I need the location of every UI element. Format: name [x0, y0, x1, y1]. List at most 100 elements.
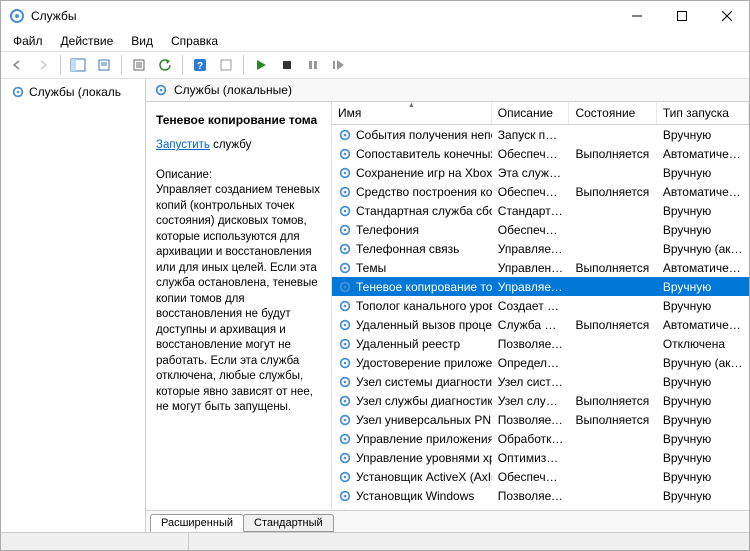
titlebar: Службы	[1, 1, 749, 31]
desc-text: Управляет созданием теневых копий (контр…	[156, 183, 323, 416]
menu-view[interactable]: Вид	[123, 32, 161, 50]
properties-button[interactable]	[127, 53, 151, 77]
start-service-button[interactable]	[249, 53, 273, 77]
gear-icon	[338, 242, 352, 256]
refresh-button[interactable]	[153, 53, 177, 77]
cell-startup: Вручную	[657, 204, 749, 218]
cell-name: Управление приложения…	[332, 432, 492, 446]
service-row[interactable]: Сохранение игр на Xbox Li…Эта служб…Вруч…	[332, 163, 749, 182]
gear-icon	[338, 261, 352, 275]
cell-startup: Вручную (ак…	[657, 242, 749, 256]
header-description[interactable]: Описание	[492, 102, 570, 124]
restart-service-button[interactable]	[327, 53, 351, 77]
status-cell	[189, 533, 749, 550]
menu-help[interactable]: Справка	[163, 32, 226, 50]
cell-state: Выполняется	[569, 318, 656, 332]
service-row[interactable]: Удаленный вызов процед…Служба R…Выполняе…	[332, 315, 749, 334]
cell-description: Служба R…	[492, 318, 570, 332]
service-row[interactable]: Управление приложения…Обработк…Вручную	[332, 429, 749, 448]
back-button[interactable]	[5, 53, 29, 77]
service-row[interactable]: Управление уровнями хра…Оптимизи…Вручную	[332, 448, 749, 467]
service-row[interactable]: ТелефонияОбеспечи…Вручную	[332, 220, 749, 239]
cell-name: Управление уровнями хра…	[332, 451, 492, 465]
pane-header: Службы (локальные)	[146, 79, 749, 102]
header-name[interactable]: ▴ Имя	[332, 102, 492, 124]
gear-icon	[338, 280, 352, 294]
service-row[interactable]: Теневое копирование томаУправляет…Вручну…	[332, 277, 749, 296]
service-row[interactable]: Сопоставитель конечных …Обеспечи…Выполня…	[332, 144, 749, 163]
body: Службы (локаль Службы (локальные) Тенево…	[1, 79, 749, 532]
cell-startup: Вручную	[657, 489, 749, 503]
service-row[interactable]: Удостоверение приложенияОпределя…Вручную…	[332, 353, 749, 372]
cell-startup: Вручную	[657, 166, 749, 180]
cell-description: Обеспечи…	[492, 470, 570, 484]
service-row[interactable]: Установщик WindowsПозволяет…Вручную	[332, 486, 749, 505]
service-row[interactable]: События получения непо…Запуск пр…Вручную	[332, 125, 749, 144]
window-title: Службы	[31, 9, 614, 23]
service-row[interactable]: Узел системы диагностикиУзел сист…Вручну…	[332, 372, 749, 391]
separator	[60, 55, 61, 75]
cell-state: Выполняется	[569, 413, 656, 427]
cell-state: Выполняется	[569, 394, 656, 408]
gear-icon	[338, 470, 352, 484]
service-row[interactable]: Узел службы диагностикиУзел служ…Выполня…	[332, 391, 749, 410]
cell-startup: Автоматиче…	[657, 261, 749, 275]
svg-text:?: ?	[197, 61, 203, 72]
cell-startup: Вручную	[657, 470, 749, 484]
list-headers: ▴ Имя Описание Состояние Тип запуска	[332, 102, 749, 125]
close-button[interactable]	[704, 1, 749, 31]
minimize-button[interactable]	[614, 1, 659, 31]
cell-startup: Вручную	[657, 394, 749, 408]
statusbar	[1, 532, 749, 550]
header-startup[interactable]: Тип запуска	[657, 102, 749, 124]
separator	[121, 55, 122, 75]
list-pane: ▴ Имя Описание Состояние Тип запуска Соб…	[331, 102, 749, 510]
service-row[interactable]: Стандартная служба сбор…Стандартн…Вручну…	[332, 201, 749, 220]
cell-startup: Вручную	[657, 413, 749, 427]
toolbar: ?	[1, 51, 749, 79]
cell-name: Стандартная служба сбор…	[332, 204, 492, 218]
stop-service-button[interactable]	[275, 53, 299, 77]
pause-service-button[interactable]	[301, 53, 325, 77]
cell-description: Управляет…	[492, 242, 570, 256]
list-body[interactable]: События получения непо…Запуск пр…Вручную…	[332, 125, 749, 510]
tab-extended[interactable]: Расширенный	[150, 514, 244, 532]
forward-button[interactable]	[31, 53, 55, 77]
maximize-button[interactable]	[659, 1, 704, 31]
gear-icon	[338, 451, 352, 465]
tree-pane: Службы (локаль	[1, 79, 146, 532]
service-row[interactable]: Тополог канального уровняСоздает ка…Вруч…	[332, 296, 749, 315]
separator	[243, 55, 244, 75]
menu-file[interactable]: Файл	[5, 32, 51, 50]
cell-name: Сопоставитель конечных …	[332, 147, 492, 161]
service-row[interactable]: Средство построения ко…Обеспечи…Выполняе…	[332, 182, 749, 201]
header-state[interactable]: Состояние	[569, 102, 656, 124]
export-button[interactable]	[92, 53, 116, 77]
cell-description: Узел сист…	[492, 375, 570, 389]
cell-description: Позволяет…	[492, 337, 570, 351]
properties-sheet-button[interactable]	[214, 53, 238, 77]
tab-standard[interactable]: Стандартный	[243, 514, 334, 532]
show-hide-button[interactable]	[66, 53, 90, 77]
cell-name: События получения непо…	[332, 128, 492, 142]
gear-icon	[338, 356, 352, 370]
cell-description: Позволяет…	[492, 489, 570, 503]
service-row[interactable]: Узел универсальных PNP-…Позволяет…Выполн…	[332, 410, 749, 429]
gear-icon	[338, 223, 352, 237]
start-link[interactable]: Запустить	[156, 139, 210, 151]
service-row[interactable]: Удаленный реестрПозволяет…Отключена	[332, 334, 749, 353]
cell-name: Узел универсальных PNP-…	[332, 413, 492, 427]
cell-name: Тополог канального уровня	[332, 299, 492, 313]
gear-icon	[338, 337, 352, 351]
header-name-label: Имя	[338, 106, 361, 120]
tree-root[interactable]: Службы (локаль	[3, 83, 143, 101]
service-row[interactable]: ТемыУправлен…ВыполняетсяАвтоматиче…	[332, 258, 749, 277]
gear-icon	[338, 204, 352, 218]
cell-startup: Вручную (ак…	[657, 356, 749, 370]
cell-description: Оптимизи…	[492, 451, 570, 465]
menu-action[interactable]: Действие	[53, 32, 122, 50]
help-button[interactable]: ?	[188, 53, 212, 77]
app-icon	[9, 8, 25, 24]
service-row[interactable]: Телефонная связьУправляет…Вручную (ак…	[332, 239, 749, 258]
service-row[interactable]: Установщик ActiveX (AxIns…Обеспечи…Вручн…	[332, 467, 749, 486]
